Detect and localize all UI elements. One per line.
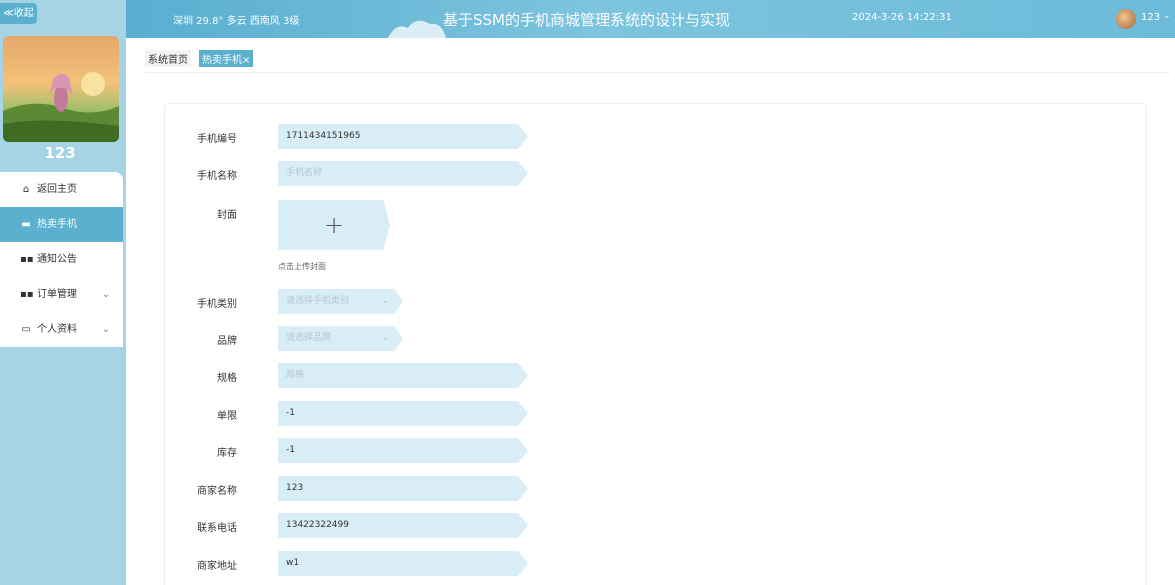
sidebar-item-profile[interactable]: ▭ 个人资料 ⌄ <box>0 312 123 347</box>
form-row-brand: 品牌 请选择品牌 ⌄ <box>165 326 765 351</box>
sidebar-item-home[interactable]: ⌂ 返回主页 <box>0 172 123 207</box>
form-row-phone-no: 手机编号 1711434151965 <box>165 124 765 149</box>
grid-icon: ▪▪ <box>20 254 34 265</box>
sidebar-menu: ⌂ 返回主页 ▬ 热卖手机 ▪▪ 通知公告 ▪▪ 订单管理 ⌄ ▭ 个人资料 ⌄ <box>0 172 123 347</box>
merchant-address-field[interactable]: w1 <box>278 551 528 576</box>
contact-phone-field[interactable]: 13422322499 <box>278 513 528 538</box>
phone-name-field[interactable]: 手机名称 <box>278 161 528 186</box>
select-placeholder: 请选择品牌 <box>286 333 332 343</box>
field-label: 手机名称 <box>197 171 237 182</box>
grid-icon: ▪▪ <box>20 289 34 300</box>
field-label: 商家名称 <box>197 486 237 497</box>
chevron-down-icon[interactable]: ⌄ <box>1163 11 1171 21</box>
field-label: 手机编号 <box>197 134 237 145</box>
tab-hot-phones[interactable]: 热卖手机× <box>199 50 254 67</box>
plus-icon: + <box>324 211 345 239</box>
home-icon: ⌂ <box>22 184 30 195</box>
field-label: 商家地址 <box>197 561 237 572</box>
form-row-stock: 库存 -1 <box>165 438 765 463</box>
chevron-down-icon: ⌄ <box>381 333 389 343</box>
header-username[interactable]: 123 <box>1141 12 1160 23</box>
sidebar-item-notices[interactable]: ▪▪ 通知公告 <box>0 242 123 277</box>
profile-picture <box>3 36 119 142</box>
sidebar-item-label: 返回主页 <box>37 184 77 195</box>
spec-field[interactable]: 规格 <box>278 363 528 388</box>
limit-field[interactable]: -1 <box>278 401 528 426</box>
sidebar-item-label: 热卖手机 <box>37 219 77 230</box>
phone-form: 手机编号 1711434151965 手机名称 手机名称 封面 + 点击上传封面… <box>164 103 1147 585</box>
top-header: 深圳 29.8° 多云 西南风 3级 基于SSM的手机商城管理系统的设计与实现 … <box>126 0 1175 38</box>
breadcrumb: 系统首页 热卖手机× <box>145 50 254 67</box>
select-placeholder: 请选择手机类别 <box>286 296 350 306</box>
sidebar-item-label: 个人资料 <box>37 324 77 335</box>
sidebar-username: 123 <box>44 144 76 162</box>
field-label: 封面 <box>217 210 237 221</box>
field-label: 联系电话 <box>197 523 237 534</box>
form-row-address: 商家地址 w1 <box>165 551 765 576</box>
site-title: 基于SSM的手机商城管理系统的设计与实现 <box>443 11 730 29</box>
field-label: 库存 <box>217 448 237 459</box>
sidebar: ≪收起 123 ⌂ 返回主页 ▬ 热卖手机 ▪▪ 通知公告 ▪▪ 订单管理 ⌄ … <box>0 0 126 585</box>
chevron-down-icon: ⌄ <box>381 296 389 306</box>
bag-icon: ▬ <box>21 219 31 230</box>
stock-field[interactable]: -1 <box>278 438 528 463</box>
field-label: 单限 <box>217 411 237 422</box>
cover-upload-button[interactable]: + <box>278 200 390 250</box>
tab-home[interactable]: 系统首页 <box>145 50 191 67</box>
collapse-button[interactable]: ≪收起 <box>0 3 37 24</box>
form-row-merchant: 商家名称 123 <box>165 476 765 501</box>
upload-tip: 点击上传封面 <box>278 262 326 271</box>
datetime: 2024-3-26 14:22:31 <box>852 12 952 23</box>
weather-info: 深圳 29.8° 多云 西南风 3级 <box>173 16 300 27</box>
form-row-spec: 规格 规格 <box>165 363 765 388</box>
brand-select[interactable]: 请选择品牌 ⌄ <box>278 326 403 351</box>
merchant-name-field[interactable]: 123 <box>278 476 528 501</box>
form-row-phone-name: 手机名称 手机名称 <box>165 161 765 186</box>
field-label: 手机类别 <box>197 299 237 310</box>
avatar[interactable] <box>1116 9 1136 29</box>
form-row-limit: 单限 -1 <box>165 401 765 426</box>
sidebar-item-orders[interactable]: ▪▪ 订单管理 ⌄ <box>0 277 123 312</box>
field-label: 规格 <box>217 373 237 384</box>
sidebar-item-hot-phones[interactable]: ▬ 热卖手机 <box>0 207 123 242</box>
sidebar-item-label: 通知公告 <box>37 254 77 265</box>
form-row-phone: 联系电话 13422322499 <box>165 513 765 538</box>
chevron-down-icon: ⌄ <box>101 289 110 300</box>
phone-no-field[interactable]: 1711434151965 <box>278 124 528 149</box>
field-label: 品牌 <box>217 336 237 347</box>
divider <box>145 72 1170 73</box>
sidebar-item-label: 订单管理 <box>37 289 77 300</box>
profile-icon: ▭ <box>21 324 31 335</box>
cloud-decoration <box>388 20 446 38</box>
form-row-category: 手机类别 请选择手机类别 ⌄ <box>165 289 765 314</box>
chevron-down-icon: ⌄ <box>101 324 110 335</box>
category-select[interactable]: 请选择手机类别 ⌄ <box>278 289 403 314</box>
form-row-cover: 封面 <box>165 200 765 225</box>
